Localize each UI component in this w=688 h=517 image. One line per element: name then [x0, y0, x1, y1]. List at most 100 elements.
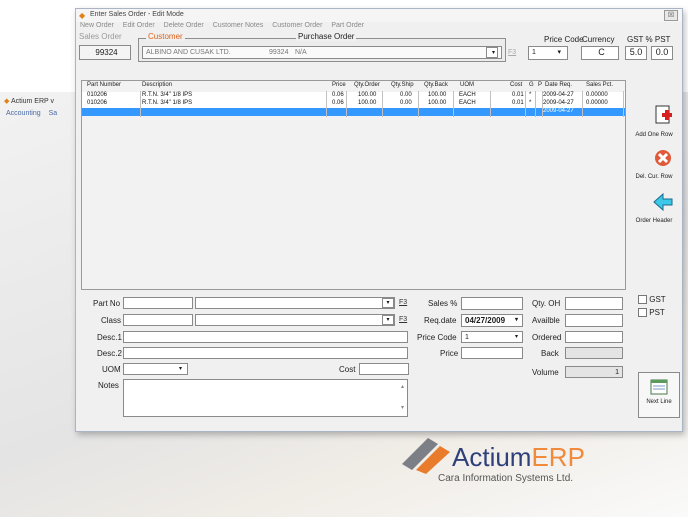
- desc2-label: Desc.2: [97, 349, 122, 358]
- background-app-title: ◆ Actium ERP v: [4, 98, 55, 105]
- col-p[interactable]: P: [538, 82, 542, 88]
- desc2-field[interactable]: [123, 347, 408, 359]
- pst-field[interactable]: 0.0: [651, 46, 673, 60]
- col-date-req[interactable]: Date Req.: [545, 82, 572, 88]
- scroll-up-icon[interactable]: ▴: [401, 382, 404, 393]
- gst-field[interactable]: 5.0: [625, 46, 647, 60]
- col-cost[interactable]: Cost: [510, 82, 522, 88]
- menu-delete-order[interactable]: Delete Order: [164, 22, 204, 29]
- delete-row-button[interactable]: Del. Cur. Row: [629, 148, 681, 188]
- req-date-picker[interactable]: 04/27/2009 ▾: [461, 314, 523, 327]
- delete-row-label: Del. Cur. Row: [635, 174, 673, 180]
- notes-textarea[interactable]: ▴ ▾: [123, 379, 408, 417]
- uom-dropdown[interactable]: ▾: [123, 363, 188, 375]
- class-description-field[interactable]: [195, 314, 395, 326]
- part-dropdown[interactable]: ▾: [382, 298, 394, 308]
- order-header-button[interactable]: Order Header: [629, 192, 681, 234]
- customer-name: ALBINO AND CUSAK LTD.: [146, 49, 231, 56]
- price-label: Price: [440, 349, 459, 358]
- col-qty-order[interactable]: Qty.Order: [354, 82, 380, 88]
- currency-field[interactable]: C: [581, 46, 619, 60]
- desc1-label: Desc.1: [97, 333, 122, 342]
- uom-label: UOM: [102, 365, 121, 374]
- menu-edit-order[interactable]: Edit Order: [123, 22, 155, 29]
- available-field[interactable]: [565, 314, 623, 327]
- table-row[interactable]: 010206 R.T.N. 3/4" 1/8 IPS 0.06 100.00 0…: [82, 100, 625, 108]
- desc1-field[interactable]: [123, 331, 408, 343]
- currency-label: Currency: [582, 35, 615, 44]
- next-line-label: Next Line: [646, 399, 672, 405]
- pst-checkbox-label: PST: [649, 308, 665, 317]
- volume-label: Volume: [532, 368, 559, 377]
- customer-field[interactable]: ALBINO AND CUSAK LTD. 99324 N/A: [142, 46, 502, 59]
- gst-checkbox-label: GST: [649, 295, 666, 304]
- class-dropdown[interactable]: ▾: [382, 315, 394, 325]
- price-code-label: Price Code: [544, 35, 584, 44]
- col-g[interactable]: G: [529, 82, 534, 88]
- table-row[interactable]: 010206 R.T.N. 3/4" 1/8 IPS 0.06 100.00 0…: [82, 92, 625, 100]
- menu-customer-order[interactable]: Customer Order: [272, 22, 322, 29]
- col-part-number[interactable]: Part Number: [87, 82, 121, 88]
- col-uom[interactable]: UOM: [460, 82, 474, 88]
- gst-pst-label: GST % PST: [627, 35, 671, 44]
- cost-field[interactable]: [359, 363, 409, 375]
- purchase-order-dropdown[interactable]: ▾: [486, 47, 498, 58]
- customer-label: Customer: [146, 32, 185, 41]
- menu-customer-notes[interactable]: Customer Notes: [213, 22, 264, 29]
- menu-bar: New Order Edit Order Delete Order Custom…: [76, 22, 682, 32]
- logo-tagline: Cara Information Systems Ltd.: [438, 473, 574, 484]
- scroll-down-icon[interactable]: ▾: [401, 403, 404, 414]
- sales-pct-label: Sales %: [428, 299, 458, 308]
- req-date-label: Req.date: [424, 316, 457, 325]
- cost-label: Cost: [339, 365, 356, 374]
- class-label: Class: [101, 316, 122, 325]
- chevron-down-icon: ▾: [514, 317, 518, 323]
- menu-part-order[interactable]: Part Order: [331, 22, 364, 29]
- qty-oh-field[interactable]: [565, 297, 623, 310]
- logo-name-accent: ERP: [531, 442, 585, 472]
- next-line-button[interactable]: Next Line: [638, 372, 680, 418]
- ordered-field[interactable]: [565, 331, 623, 343]
- col-price[interactable]: Price: [332, 82, 346, 88]
- price-code-dropdown[interactable]: 1 ▾: [528, 46, 568, 60]
- col-description[interactable]: Description: [142, 82, 172, 88]
- class-field[interactable]: [123, 314, 193, 326]
- part-no-field[interactable]: [123, 297, 193, 309]
- background-app-menu[interactable]: Accounting Sa: [6, 110, 63, 117]
- menu-new-order[interactable]: New Order: [80, 22, 114, 29]
- title-bar[interactable]: ◆ Enter Sales Order - Edit Mode ☒: [76, 9, 682, 22]
- next-line-icon: [650, 379, 668, 395]
- close-button[interactable]: ☒: [664, 10, 678, 21]
- table-row-selected[interactable]: 2009-04-27: [82, 108, 625, 116]
- order-lines-grid[interactable]: Part Number Description Price Qty.Order …: [81, 80, 626, 290]
- price-code-form-dropdown[interactable]: 1 ▾: [461, 331, 523, 343]
- chevron-down-icon: ▾: [178, 366, 182, 372]
- pst-checkbox[interactable]: PST: [638, 308, 665, 318]
- logo-name: Actium: [452, 442, 532, 472]
- add-row-icon: [655, 105, 672, 124]
- part-no-description-field[interactable]: [195, 297, 395, 309]
- chevron-down-icon: ▾: [514, 334, 518, 340]
- col-sales-pct[interactable]: Sales Pct.: [586, 82, 613, 88]
- price-field[interactable]: [461, 347, 523, 359]
- available-label: Availble: [532, 316, 560, 325]
- arrow-left-icon: [652, 192, 672, 212]
- gst-checkbox[interactable]: GST: [638, 295, 666, 305]
- menu-sales[interactable]: Sa: [49, 110, 58, 117]
- back-field: [565, 347, 623, 359]
- f3-part-button[interactable]: F3: [399, 299, 407, 306]
- col-qty-ship[interactable]: Qty.Ship: [391, 82, 414, 88]
- add-row-button[interactable]: Add One Row: [629, 104, 681, 144]
- volume-field: 1: [565, 366, 623, 378]
- sales-order-field[interactable]: 99324: [79, 45, 131, 60]
- delete-row-icon: [655, 150, 671, 166]
- f3-customer-button[interactable]: F3: [508, 49, 516, 56]
- menu-accounting[interactable]: Accounting: [6, 110, 41, 117]
- f3-class-button[interactable]: F3: [399, 316, 407, 323]
- col-qty-back[interactable]: Qty.Back: [424, 82, 448, 88]
- window-title: Enter Sales Order - Edit Mode: [90, 11, 184, 18]
- sales-order-label: Sales Order: [79, 32, 122, 41]
- sales-order-window: ◆ Enter Sales Order - Edit Mode ☒ New Or…: [75, 8, 683, 432]
- sales-pct-field[interactable]: [461, 297, 523, 310]
- part-no-label: Part No: [93, 299, 121, 308]
